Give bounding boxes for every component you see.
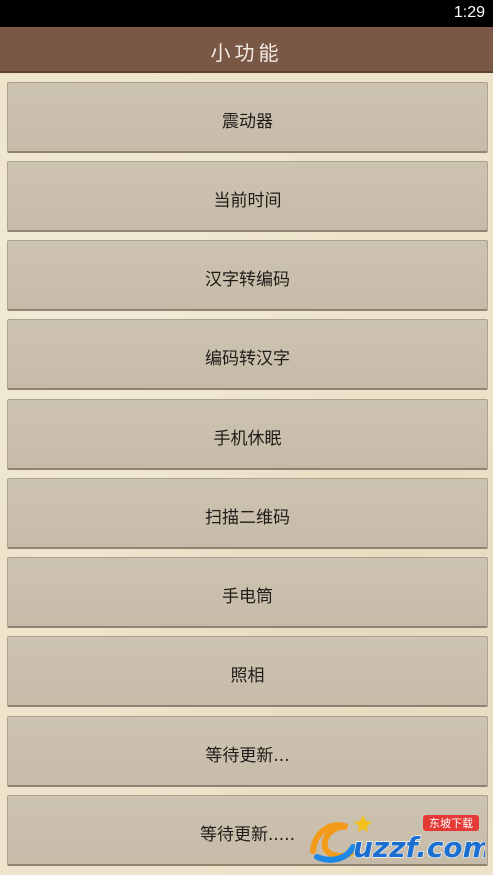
menu-item-vibrator[interactable]: 震动器 [7,82,488,153]
menu-item-label: 等待更新... [205,746,290,766]
menu-item-label: 照相 [230,666,265,686]
menu-item-label: 当前时间 [213,191,282,211]
watermark-brand: uzzf.com [353,831,485,864]
menu-item-label: 手机休眠 [213,429,282,449]
watermark-tagline: 东坡下载 [429,817,473,830]
menu-item-label: 汉字转编码 [205,270,290,290]
status-time: 1:29 [453,4,485,21]
menu-item-pending-update[interactable]: 等待更新... [7,716,488,787]
menu-item-phone-sleep[interactable]: 手机休眠 [7,399,488,470]
menu-item-flashlight[interactable]: 手电筒 [7,557,488,628]
menu-list: 震动器 当前时间 汉字转编码 编码转汉字 手机休眠 扫描二维码 手电筒 照相 等… [0,73,493,875]
menu-item-label: 手电筒 [222,587,273,607]
menu-item-label: 扫描二维码 [205,508,290,528]
page-title: 小功能 [210,41,283,65]
menu-item-current-time[interactable]: 当前时间 [7,161,488,232]
app-bar: 小功能 [0,27,493,73]
menu-item-scan-qr[interactable]: 扫描二维码 [7,478,488,549]
menu-item-label: 编码转汉字 [205,349,290,369]
status-bar: 1:29 [0,0,493,27]
watermark: 东坡下载 uzzf.com [305,811,492,865]
swirl-logo-icon: 东坡下载 uzzf.com [310,815,492,865]
menu-item-label: 震动器 [222,112,273,132]
menu-item-code-to-hanzi[interactable]: 编码转汉字 [7,319,488,390]
menu-item-camera[interactable]: 照相 [7,636,488,707]
menu-item-hanzi-to-code[interactable]: 汉字转编码 [7,240,488,311]
